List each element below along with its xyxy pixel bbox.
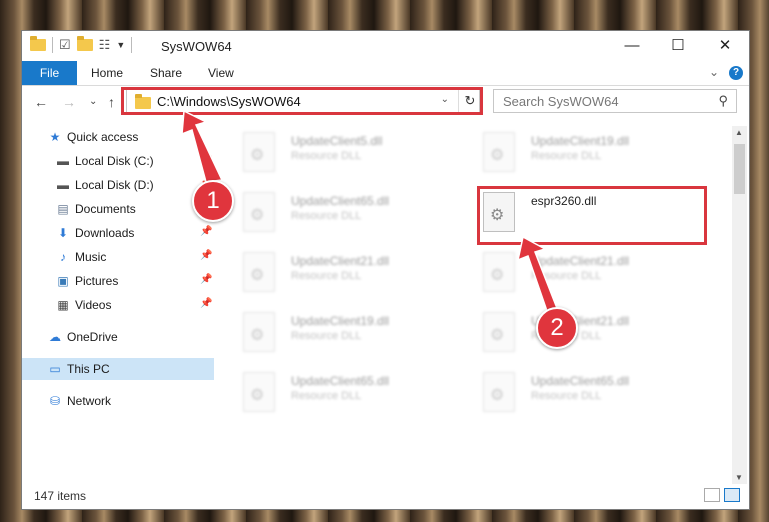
- arrow-1: [181, 109, 224, 183]
- callout-number-1: 1: [192, 180, 234, 222]
- callout-arrows: [181, 109, 564, 323]
- callout-number-2: 2: [536, 307, 578, 349]
